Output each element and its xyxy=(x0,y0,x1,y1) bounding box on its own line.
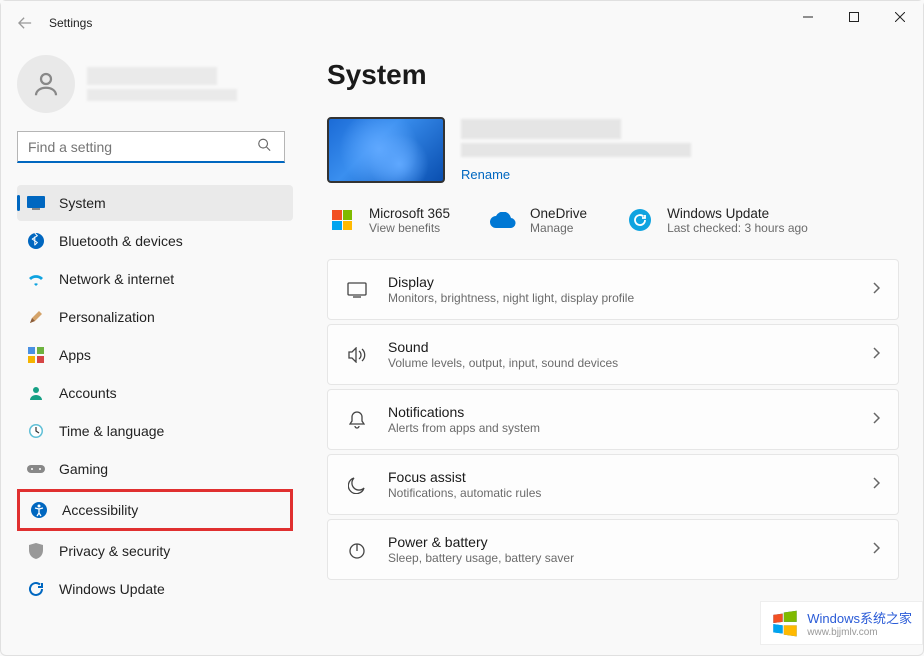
update-icon xyxy=(27,580,45,598)
quick-title: OneDrive xyxy=(530,206,587,221)
gamepad-icon xyxy=(27,460,45,478)
page-title: System xyxy=(327,59,899,91)
sidebar-item-accessibility[interactable]: Accessibility xyxy=(17,489,293,531)
card-title: Power & battery xyxy=(388,534,852,550)
sidebar-item-label: Gaming xyxy=(59,461,108,477)
maximize-button[interactable] xyxy=(831,1,877,33)
card-title: Focus assist xyxy=(388,469,852,485)
sidebar-item-label: System xyxy=(59,195,106,211)
main-content: System Rename Microsoft 365 View benefit… xyxy=(301,45,923,655)
window-title: Settings xyxy=(49,16,92,30)
sidebar-item-personalization[interactable]: Personalization xyxy=(17,299,293,335)
quick-title: Microsoft 365 xyxy=(369,206,450,221)
close-button[interactable] xyxy=(877,1,923,33)
bluetooth-icon xyxy=(27,232,45,250)
user-email-redacted xyxy=(87,89,237,101)
quick-sub: Last checked: 3 hours ago xyxy=(667,221,808,235)
card-sub: Notifications, automatic rules xyxy=(388,486,852,500)
sidebar-item-system[interactable]: System xyxy=(17,185,293,221)
sidebar-item-label: Network & internet xyxy=(59,271,174,287)
watermark-text: Windows系统之家 xyxy=(807,608,912,627)
search-input[interactable] xyxy=(17,131,285,163)
quick-onedrive[interactable]: OneDrive Manage xyxy=(488,205,587,235)
moon-icon xyxy=(346,474,368,496)
card-title: Notifications xyxy=(388,404,852,420)
card-sub: Alerts from apps and system xyxy=(388,421,852,435)
chevron-right-icon xyxy=(872,541,880,559)
avatar-icon xyxy=(17,55,75,113)
sidebar-item-network[interactable]: Network & internet xyxy=(17,261,293,297)
bell-icon xyxy=(346,409,368,431)
apps-icon xyxy=(27,346,45,364)
sound-icon xyxy=(346,344,368,366)
back-button[interactable] xyxy=(13,11,37,35)
pc-thumbnail[interactable] xyxy=(327,117,445,183)
microsoft365-icon xyxy=(327,205,357,235)
sidebar-item-label: Accessibility xyxy=(62,502,138,518)
sidebar-item-label: Apps xyxy=(59,347,91,363)
user-name-redacted xyxy=(87,67,217,85)
wifi-icon xyxy=(27,270,45,288)
setting-power[interactable]: Power & battery Sleep, battery usage, ba… xyxy=(327,519,899,580)
monitor-icon xyxy=(346,279,368,301)
sidebar-item-gaming[interactable]: Gaming xyxy=(17,451,293,487)
setting-sound[interactable]: Sound Volume levels, output, input, soun… xyxy=(327,324,899,385)
sidebar-item-label: Personalization xyxy=(59,309,155,325)
pc-model-redacted xyxy=(461,143,691,157)
chevron-right-icon xyxy=(872,476,880,494)
pc-name-redacted xyxy=(461,119,621,139)
power-icon xyxy=(346,539,368,561)
watermark-url: www.bjjmlv.com xyxy=(807,627,912,638)
update-circle-icon xyxy=(625,205,655,235)
display-icon xyxy=(27,194,45,212)
setting-notifications[interactable]: Notifications Alerts from apps and syste… xyxy=(327,389,899,450)
minimize-button[interactable] xyxy=(785,1,831,33)
card-title: Sound xyxy=(388,339,852,355)
chevron-right-icon xyxy=(872,281,880,299)
card-title: Display xyxy=(388,274,852,290)
clock-icon xyxy=(27,422,45,440)
sidebar: System Bluetooth & devices Network & int… xyxy=(1,45,301,655)
quick-title: Windows Update xyxy=(667,206,808,221)
chevron-right-icon xyxy=(872,411,880,429)
person-icon xyxy=(27,384,45,402)
sidebar-item-label: Bluetooth & devices xyxy=(59,233,183,249)
paintbrush-icon xyxy=(27,308,45,326)
sidebar-item-label: Time & language xyxy=(59,423,164,439)
sidebar-item-accounts[interactable]: Accounts xyxy=(17,375,293,411)
setting-focus-assist[interactable]: Focus assist Notifications, automatic ru… xyxy=(327,454,899,515)
windows-logo-icon xyxy=(771,609,799,637)
sidebar-item-label: Privacy & security xyxy=(59,543,170,559)
quick-microsoft365[interactable]: Microsoft 365 View benefits xyxy=(327,205,450,235)
card-sub: Volume levels, output, input, sound devi… xyxy=(388,356,852,370)
sidebar-item-label: Accounts xyxy=(59,385,117,401)
user-profile[interactable] xyxy=(17,55,293,113)
quick-sub: View benefits xyxy=(369,221,450,235)
card-sub: Monitors, brightness, night light, displ… xyxy=(388,291,852,305)
search-icon xyxy=(257,138,271,157)
sidebar-item-update[interactable]: Windows Update xyxy=(17,571,293,607)
setting-display[interactable]: Display Monitors, brightness, night ligh… xyxy=(327,259,899,320)
sidebar-item-time[interactable]: Time & language xyxy=(17,413,293,449)
accessibility-icon xyxy=(30,501,48,519)
quick-windows-update[interactable]: Windows Update Last checked: 3 hours ago xyxy=(625,205,808,235)
sidebar-item-privacy[interactable]: Privacy & security xyxy=(17,533,293,569)
sidebar-item-bluetooth[interactable]: Bluetooth & devices xyxy=(17,223,293,259)
shield-icon xyxy=(27,542,45,560)
quick-sub: Manage xyxy=(530,221,587,235)
chevron-right-icon xyxy=(872,346,880,364)
watermark: Windows系统之家 www.bjjmlv.com xyxy=(760,601,923,645)
sidebar-item-apps[interactable]: Apps xyxy=(17,337,293,373)
sidebar-item-label: Windows Update xyxy=(59,581,165,597)
card-sub: Sleep, battery usage, battery saver xyxy=(388,551,852,565)
rename-link[interactable]: Rename xyxy=(461,167,691,182)
onedrive-icon xyxy=(488,205,518,235)
